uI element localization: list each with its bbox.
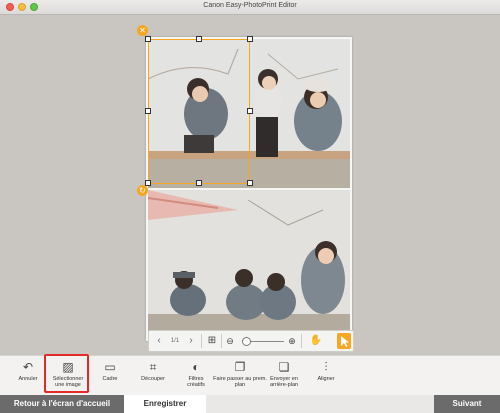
resize-handle-top[interactable]: [196, 36, 202, 42]
align-button[interactable]: ⫶ Aligner: [298, 356, 354, 396]
zoom-out-icon[interactable]: ⊖: [224, 331, 236, 351]
next-page-button[interactable]: ›: [185, 331, 197, 351]
frame-icon: ▭: [104, 360, 116, 374]
title-bar: Canon Easy-PhotoPrint Editor: [0, 0, 500, 15]
crop-icon: ⌗: [149, 360, 157, 374]
zoom-in-icon[interactable]: ⊕: [286, 331, 298, 351]
next-button[interactable]: Suivant: [434, 395, 500, 413]
highlight-select-image: [44, 354, 89, 393]
resize-handle-top-left[interactable]: [145, 36, 151, 42]
editing-canvas: ✕ ↻ ‹ 1/1 › ⊞ ⊖ ⊕ ✋: [0, 15, 500, 355]
app-window: Canon Easy-PhotoPrint Editor ✕ ↻ ‹ 1/1 ›…: [0, 0, 500, 413]
resize-handle-top-right[interactable]: [247, 36, 253, 42]
nav-divider: [221, 334, 222, 348]
photo-bottom[interactable]: [148, 190, 350, 339]
send-backward-icon: ❏: [278, 360, 290, 374]
resize-handle-bottom-left[interactable]: [145, 180, 151, 186]
resize-handle-bottom[interactable]: [196, 180, 202, 186]
photo-children-standing-image: [148, 190, 350, 339]
page-navigation-bar: ‹ 1/1 › ⊞ ⊖ ⊕ ✋: [148, 330, 354, 352]
align-icon: ⫶: [324, 360, 328, 374]
footer-bar: Retour à l'écran d'accueil Enregistrer S…: [0, 395, 500, 413]
pointer-arrow-icon: [341, 336, 349, 347]
save-button[interactable]: Enregistrer: [124, 395, 206, 413]
hand-tool-icon[interactable]: ✋: [309, 331, 323, 351]
selection-frame[interactable]: [148, 39, 250, 184]
rotate-image-icon[interactable]: ↻: [137, 185, 148, 196]
delete-image-icon[interactable]: ✕: [137, 25, 148, 36]
page-indicator: 1/1: [170, 338, 180, 344]
nav-divider: [301, 334, 302, 348]
select-tool-button[interactable]: [337, 333, 351, 349]
back-to-home-button[interactable]: Retour à l'écran d'accueil: [0, 395, 124, 413]
bring-forward-icon: ❐: [234, 360, 246, 374]
undo-icon: ↶: [22, 360, 34, 374]
align-label: Aligner: [317, 376, 335, 382]
filters-icon: ◐: [192, 360, 200, 374]
nav-divider: [201, 334, 202, 348]
grid-view-icon[interactable]: ⊞: [205, 331, 219, 351]
resize-handle-bottom-right[interactable]: [247, 180, 253, 186]
previous-page-button[interactable]: ‹: [153, 331, 165, 351]
resize-handle-right[interactable]: [247, 108, 253, 114]
resize-handle-left[interactable]: [145, 108, 151, 114]
window-title: Canon Easy-PhotoPrint Editor: [203, 2, 297, 9]
zoom-slider-knob[interactable]: [242, 337, 251, 346]
